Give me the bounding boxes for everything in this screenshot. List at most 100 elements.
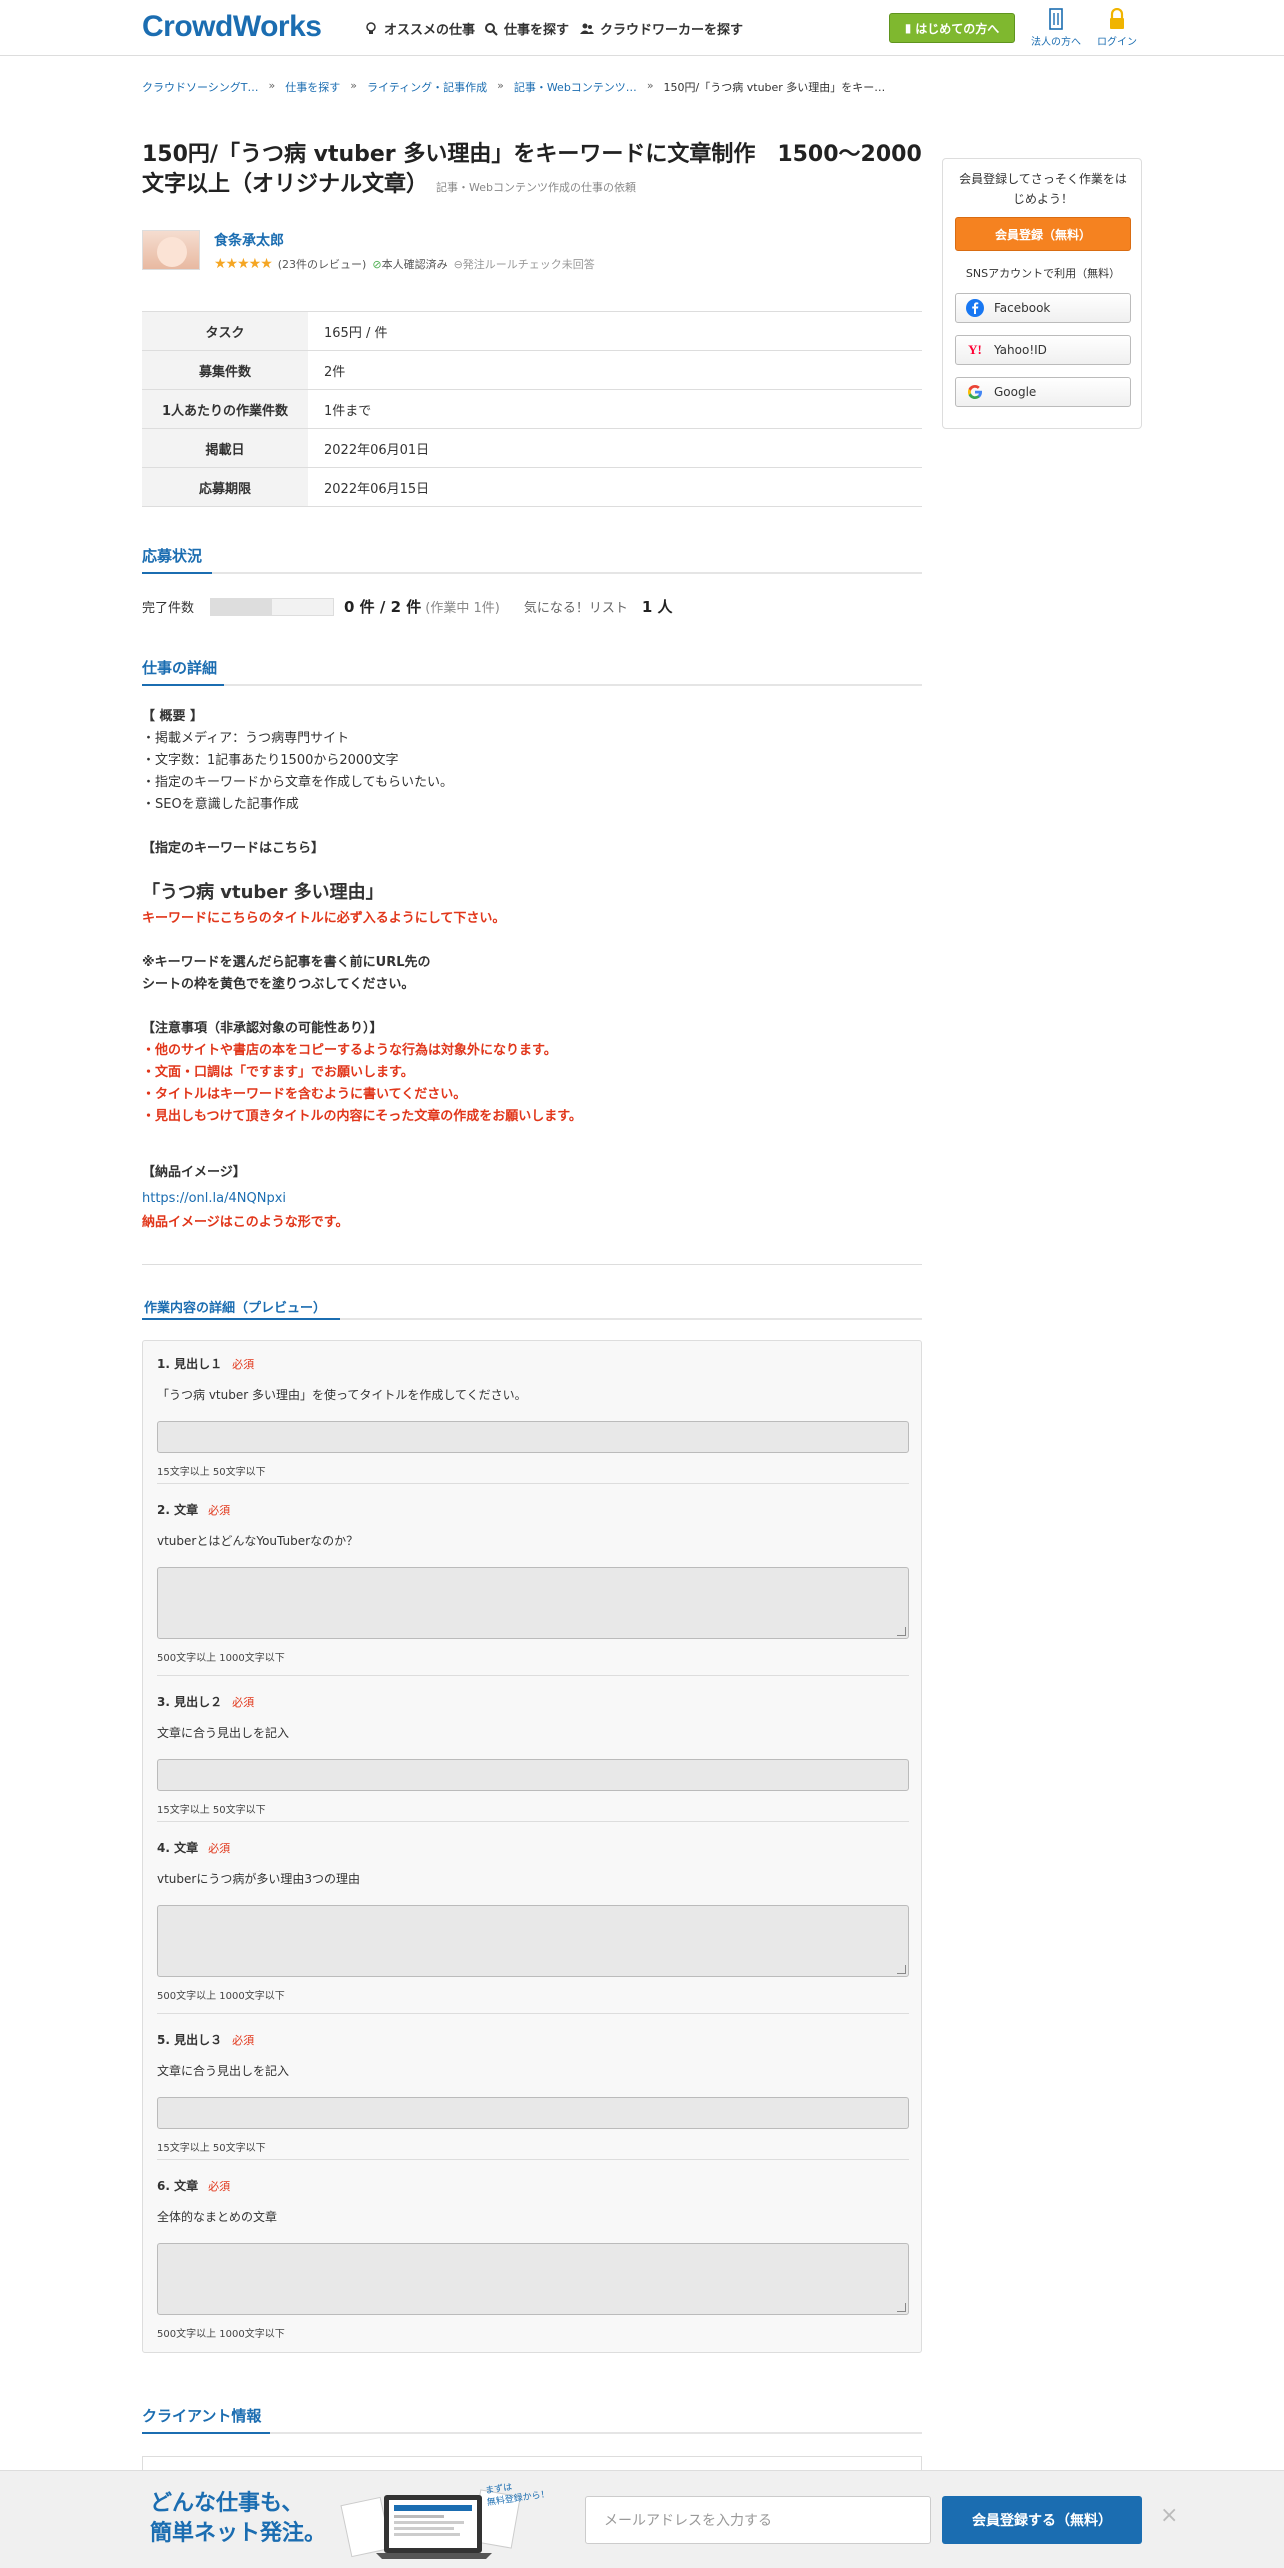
breadcrumb-separator: »	[350, 79, 357, 92]
signup-footer-banner: どんな仕事も、 簡単ネット発注。 まずは 無料登録から！ メールアドレスを入力す…	[0, 2470, 1284, 2568]
footer-tagline-line: どんな仕事も、	[150, 2491, 304, 2516]
text-3-textarea[interactable]	[157, 2243, 909, 2315]
summary-line: ・文字数：1記事あたり1500から2000文字	[142, 753, 399, 768]
required-badge: 必須	[208, 1842, 231, 1855]
signup-sidebar: 会員登録してさっそく作業をはじめよう！ 会員登録（無料） SNSアカウントで利用…	[942, 158, 1142, 429]
corporate-label: 法人の方へ	[1031, 37, 1081, 48]
close-icon[interactable]: ×	[1160, 2503, 1178, 2528]
first-time-button[interactable]: ▮ はじめての方へ	[889, 13, 1015, 43]
text-1-textarea[interactable]	[157, 1567, 909, 1639]
summary-line: ・SEOを意識した記事作成	[142, 797, 299, 812]
keyword-heading: 【指定のキーワードはこちら】	[142, 841, 325, 856]
rating-stars: ★★★★★	[214, 256, 273, 272]
table-row: 掲載日 2022年06月01日	[142, 428, 922, 468]
rule-check-label: 発注ルールチェック未回答	[462, 258, 595, 271]
breadcrumb-item[interactable]: クラウドソーシングT…	[142, 79, 259, 95]
nav-find-workers[interactable]: クラウドワーカーを探す	[580, 19, 743, 38]
google-login-button[interactable]: Google	[955, 377, 1131, 407]
summary-heading: 【 概要 】	[142, 709, 204, 724]
sns-label: SNSアカウントで利用（無料）	[965, 267, 1121, 280]
job-info-table: タスク 165円 / 件 募集件数 2件 1人あたりの作業件数 1件まで 掲載日 202…	[142, 311, 922, 507]
application-status: 完了件数 0 件 / 2 件 (作業中 1件) 気になる！リスト 1 人	[142, 596, 673, 617]
breadcrumb-item[interactable]: 仕事を探す	[285, 79, 340, 95]
footer-tagline-line: 簡単ネット発注。	[150, 2521, 327, 2546]
field-divider	[157, 1483, 909, 1484]
client-name[interactable]: 食条承太郎	[214, 230, 284, 250]
field-limit: 15文字以上 50文字以下	[157, 2143, 266, 2154]
url-note-line: ※キーワードを選んだら記事を書く前にURL先の	[142, 955, 431, 970]
field-description: 文章に合う見出しを記入	[157, 2064, 290, 2078]
preview-field: 3. 見出し２ 必須 文章に合う見出しを記入 15文字以上 50文字以下	[157, 1693, 909, 1816]
facebook-login-button[interactable]: Facebook	[955, 293, 1131, 323]
google-icon	[966, 383, 984, 401]
breadcrumb-separator: »	[268, 79, 276, 92]
people-icon	[580, 23, 594, 34]
book-icon: ▮	[904, 21, 912, 35]
field-description: vtuberとはどんなYouTuberなのか？	[157, 1534, 359, 1548]
register-button[interactable]: 会員登録（無料）	[955, 217, 1131, 251]
table-row: タスク 165円 / 件	[142, 311, 922, 351]
table-cell: 2件	[308, 350, 922, 390]
caution-line: ・他のサイトや書店の本をコピーするような行為は対象外になります。	[142, 1043, 557, 1058]
preview-section-title: 作業内容の詳細（プレビュー）	[144, 1301, 327, 1316]
table-header: 1人あたりの作業件数	[142, 389, 308, 429]
progress-fill	[211, 598, 273, 615]
delivery-heading: 【納品イメージ】	[142, 1165, 246, 1180]
breadcrumb-current: 150円/「うつ病 vtuber 多い理由」をキー…	[663, 81, 886, 94]
review-count[interactable]: (23件のレビュー)	[278, 256, 367, 272]
field-description: vtuberにうつ病が多い理由3つの理由	[157, 1872, 360, 1886]
preview-form: 1. 見出し１ 必須 「うつ病 vtuber 多い理由」を使ってタイトルを作成して…	[142, 1340, 922, 2353]
nav-find-jobs[interactable]: 仕事を探す	[484, 19, 569, 38]
facebook-icon	[966, 299, 984, 317]
field-divider	[157, 1821, 909, 1822]
wishlist-count: 1 人	[641, 598, 673, 616]
rule-check-badge: ⊖発注ルールチェック未回答	[454, 256, 595, 272]
building-icon	[1049, 8, 1063, 30]
email-input[interactable]: メールアドレスを入力する	[585, 2496, 931, 2544]
site-header: CrowdWorks オススメの仕事 仕事を探す クラウドワーカーを探す ▮ は…	[0, 0, 1284, 56]
table-cell: 2022年06月01日	[308, 428, 922, 468]
done-count: 0 件 / 2 件	[344, 598, 422, 616]
heading-1-input[interactable]	[157, 1421, 909, 1453]
field-label: 5. 見出し３	[157, 2033, 223, 2047]
preview-field: 1. 見出し１ 必須 「うつ病 vtuber 多い理由」を使ってタイトルを作成して…	[157, 1355, 909, 1478]
table-header: 募集件数	[142, 350, 308, 390]
table-cell: 165円 / 件	[308, 311, 922, 351]
preview-field: 4. 文章 必須 vtuberにうつ病が多い理由3つの理由 500文字以上 100…	[157, 1839, 909, 2002]
field-limit: 15文字以上 50文字以下	[157, 1467, 266, 1478]
table-header: 掲載日	[142, 428, 308, 468]
caution-heading: 【注意事項（非承認対象の可能性あり）】	[142, 1021, 383, 1036]
heading-3-input[interactable]	[157, 2097, 909, 2129]
first-time-label: はじめての方へ	[915, 21, 1000, 36]
login-link[interactable]: ログイン	[1092, 8, 1142, 48]
signup-message: 会員登録してさっそく作業をはじめよう！	[959, 172, 1127, 206]
job-title: 150円/「うつ病 vtuber 多い理由」をキーワードに文章制作 1500〜2…	[142, 140, 922, 203]
verified-badge: ⊘本人確認済み	[372, 256, 447, 272]
preview-field: 2. 文章 必須 vtuberとはどんなYouTuberなのか？ 500文字以上 …	[157, 1501, 909, 1664]
field-divider	[157, 1675, 909, 1676]
breadcrumb-item[interactable]: ライティング・記事作成	[367, 79, 487, 95]
nav-find-workers-label: クラウドワーカーを探す	[600, 23, 744, 38]
done-label: 完了件数	[142, 601, 195, 616]
nav-recommended[interactable]: オススメの仕事	[364, 19, 475, 38]
field-label: 6. 文章	[157, 2179, 199, 2193]
job-category[interactable]: 記事・Webコンテンツ作成の仕事の依頼	[436, 181, 636, 194]
required-badge: 必須	[232, 1358, 255, 1371]
footer-register-button[interactable]: 会員登録する（無料）	[942, 2496, 1142, 2544]
google-label: Google	[994, 385, 1037, 399]
required-badge: 必須	[232, 1696, 255, 1709]
caution-line: ・文面・口調は「ですます」でお願いします。	[142, 1065, 414, 1080]
content-divider	[142, 1264, 922, 1265]
breadcrumb-separator: »	[646, 79, 654, 92]
field-limit: 500文字以上 1000文字以下	[157, 1653, 285, 1664]
corporate-link[interactable]: 法人の方へ	[1031, 8, 1081, 48]
yahoo-login-button[interactable]: Y! Yahoo!ID	[955, 335, 1131, 365]
text-2-textarea[interactable]	[157, 1905, 909, 1977]
breadcrumb-item[interactable]: 記事・Webコンテンツ…	[514, 79, 637, 95]
heading-2-input[interactable]	[157, 1759, 909, 1791]
delivery-link[interactable]: https://onl.la/4NQNpxi	[142, 1191, 286, 1206]
client-avatar[interactable]	[142, 230, 200, 270]
minus-circle-icon: ⊖	[453, 258, 463, 271]
crowdworks-logo[interactable]: CrowdWorks	[142, 10, 322, 44]
table-cell: 2022年06月15日	[308, 467, 922, 507]
